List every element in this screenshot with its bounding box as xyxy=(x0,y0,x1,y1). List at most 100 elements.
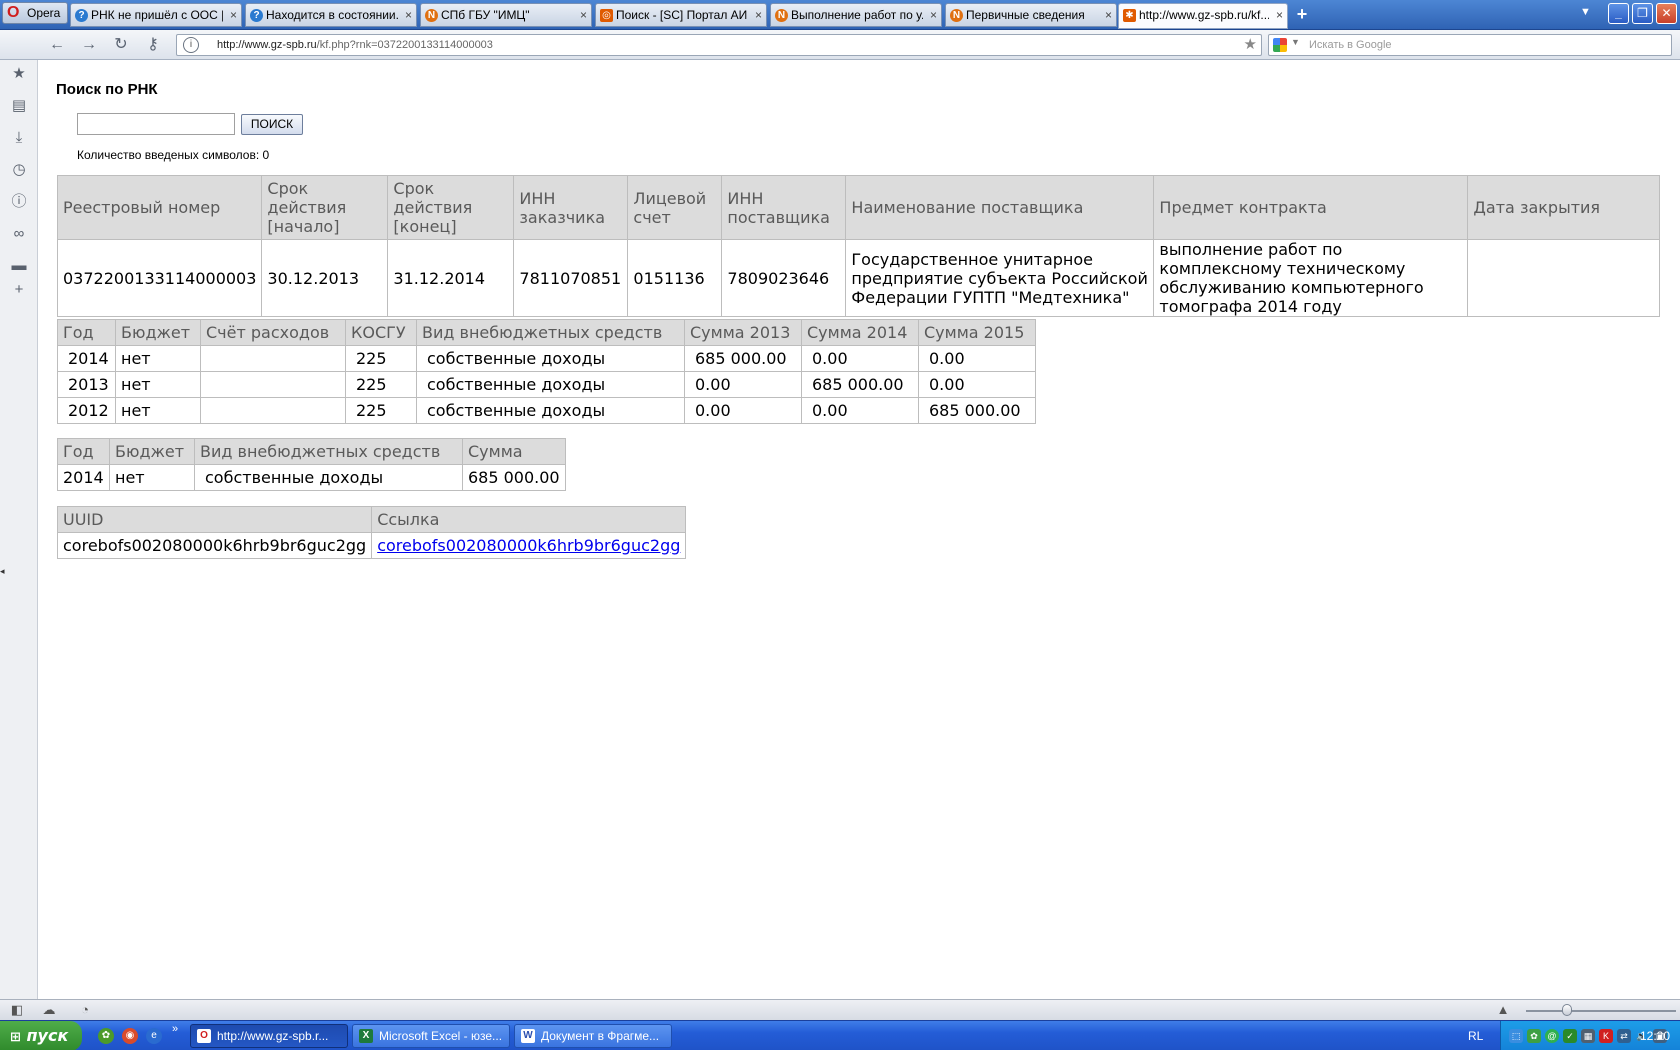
column-header: Вид внебюджетных средств xyxy=(416,319,685,346)
info-icon[interactable]: ⓘ xyxy=(9,192,29,212)
finance-table: Год Бюджет Счёт расходов КОСГУ Вид внебю… xyxy=(57,319,1036,424)
view-arrow-icon[interactable]: ▲ xyxy=(1494,1002,1512,1018)
table-cell: нет xyxy=(115,345,201,372)
tab-menu-icon[interactable]: ▼ xyxy=(1580,6,1591,18)
table-cell: 0.00 xyxy=(684,397,802,424)
tray-app-icon[interactable]: ✿ xyxy=(1527,1029,1541,1043)
side-panel: ★ ▤ ⤓ ◷ ⓘ ∞ ▬ + ◂ xyxy=(0,60,38,1000)
add-panel-icon[interactable]: + xyxy=(9,280,29,300)
close-tab-icon[interactable]: × xyxy=(230,4,237,26)
rnk-search-input[interactable] xyxy=(77,113,235,135)
close-tab-icon[interactable]: × xyxy=(580,4,587,26)
key-icon[interactable]: ⚷ xyxy=(142,35,164,55)
table-cell: 0.00 xyxy=(918,345,1036,372)
new-tab-button[interactable]: + xyxy=(1292,4,1312,24)
table-cell: собственные доходы xyxy=(416,345,685,372)
close-window-button[interactable]: ✕ xyxy=(1656,3,1677,24)
page-content: Поиск по РНК ПОИСК Количество введеных с… xyxy=(38,61,1680,999)
bookmarks-star-icon[interactable]: ★ xyxy=(9,64,29,84)
close-tab-icon[interactable]: × xyxy=(755,4,762,26)
column-header: Бюджет xyxy=(109,438,195,465)
column-header: Год xyxy=(57,319,116,346)
table-cell: 225 xyxy=(345,371,417,398)
n-favicon-icon: N xyxy=(950,9,963,22)
table-cell: 7811070851 xyxy=(513,239,629,317)
column-header: Сумма xyxy=(462,438,566,465)
downloads-icon[interactable]: ⤓ xyxy=(9,128,29,148)
taskbar-window-excel[interactable]: X Microsoft Excel - юзе... xyxy=(352,1024,510,1048)
table-cell: Государственное унитарное предприятие су… xyxy=(845,239,1155,317)
table-cell: 7809023646 xyxy=(721,239,847,317)
status-bar: ◧ ☁ ◔ ▲ xyxy=(0,999,1680,1020)
tray-app-icon[interactable]: @ xyxy=(1545,1029,1559,1043)
table-cell: нет xyxy=(109,464,195,491)
network-icon[interactable]: ⇄ xyxy=(1617,1029,1631,1043)
uuid-table: UUID Ссылка corebofs002080000k6hrb9br6gu… xyxy=(56,506,687,559)
google-icon xyxy=(1273,38,1287,52)
browser-tab[interactable]: N Выполнение работ по у... × xyxy=(770,3,942,27)
close-tab-icon[interactable]: × xyxy=(1276,4,1283,26)
question-favicon-icon: ? xyxy=(75,9,88,22)
tray-app-icon[interactable]: ✓ xyxy=(1563,1029,1577,1043)
cloud-icon[interactable]: ☁ xyxy=(40,1002,58,1018)
taskbar-window-document[interactable]: W Документ в Фрагме... xyxy=(514,1024,672,1048)
restore-button[interactable]: ❐ xyxy=(1632,3,1653,24)
browser-tab[interactable]: N Первичные сведения × xyxy=(945,3,1117,27)
close-tab-icon[interactable]: × xyxy=(930,4,937,26)
language-indicator[interactable]: RL xyxy=(1468,1021,1483,1050)
browser-tab-active[interactable]: ✱ http://www.gz-spb.ru/kf... × xyxy=(1118,3,1288,29)
windows-panel-icon[interactable]: ▬ xyxy=(9,256,29,276)
column-header: Сумма 2014 xyxy=(801,319,919,346)
links-icon[interactable]: ∞ xyxy=(9,224,29,244)
quicklaunch-icon[interactable]: ✿ xyxy=(98,1028,114,1044)
speed-dial-icon[interactable]: ◔ xyxy=(76,1002,94,1018)
panel-toggle-icon[interactable]: ◧ xyxy=(8,1002,26,1018)
web-page-icon: i xyxy=(183,37,199,53)
browser-tab[interactable]: ◎ Поиск - [SC] Портал АИ... × xyxy=(595,3,767,27)
table-cell: нет xyxy=(115,397,201,424)
contract-table: Реестровый номер Срок действия [начало] … xyxy=(56,175,1660,317)
column-header: Реестровый номер xyxy=(56,175,263,240)
table-row: corebofs002080000k6hrb9br6guc2gg corebof… xyxy=(56,532,687,559)
back-icon[interactable]: ← xyxy=(46,35,68,55)
table-cell: 0.00 xyxy=(684,371,802,398)
question-favicon-icon: ? xyxy=(250,9,263,22)
zoom-slider[interactable] xyxy=(1526,1010,1676,1012)
table-cell: нет xyxy=(115,371,201,398)
table-cell: 31.12.2014 xyxy=(387,239,515,317)
browser-tab[interactable]: N СПб ГБУ "ИМЦ" × xyxy=(420,3,592,27)
tray-app-icon[interactable]: ▦ xyxy=(1581,1029,1595,1043)
table-cell: 225 xyxy=(345,397,417,424)
excel-icon: X xyxy=(359,1029,373,1043)
history-clock-icon[interactable]: ◷ xyxy=(9,160,29,180)
forward-icon[interactable]: → xyxy=(78,35,100,55)
start-button[interactable]: ⊞ пуск xyxy=(0,1021,82,1050)
table-row: 2013 нет 225 собственные доходы 0.00 685… xyxy=(57,371,1036,398)
table-cell xyxy=(1467,239,1660,317)
kaspersky-icon[interactable]: K xyxy=(1599,1029,1613,1043)
reload-icon[interactable]: ↻ xyxy=(110,35,132,55)
chrome-icon[interactable]: ◉ xyxy=(122,1028,138,1044)
taskbar-window-opera[interactable]: O http://www.gz-spb.r... xyxy=(190,1024,348,1048)
zoom-slider-handle[interactable] xyxy=(1562,1004,1572,1016)
opera-menu-button[interactable]: O Opera xyxy=(2,2,68,24)
search-field[interactable]: ▼ Искать в Google xyxy=(1268,34,1672,56)
address-field[interactable]: i http://www.gz-spb.ru/kf.php?rnk=037220… xyxy=(176,34,1262,56)
browser-tab[interactable]: ? Находится в состоянии... × xyxy=(245,3,417,27)
collapse-panel-icon[interactable]: ◂ xyxy=(0,566,5,577)
opera-logo-icon: O xyxy=(7,4,20,21)
ie-icon[interactable]: e xyxy=(146,1028,162,1044)
minimize-button[interactable]: _ xyxy=(1608,3,1629,24)
browser-tab[interactable]: ? РНК не пришёл с ООС | ... × xyxy=(70,3,242,27)
search-button[interactable]: ПОИСК xyxy=(241,114,303,135)
bookmark-star-icon[interactable]: ★ xyxy=(1244,35,1257,55)
quicklaunch-more-icon[interactable]: » xyxy=(172,1023,178,1035)
table-cell: 685 000.00 xyxy=(462,464,566,491)
close-tab-icon[interactable]: × xyxy=(405,4,412,26)
uuid-link[interactable]: corebofs002080000k6hrb9br6guc2gg xyxy=(377,536,680,555)
search-engine-dropdown-icon[interactable]: ▼ xyxy=(1291,37,1300,47)
tray-app-icon[interactable]: ⬚ xyxy=(1509,1029,1523,1043)
close-tab-icon[interactable]: × xyxy=(1105,4,1112,26)
notes-icon[interactable]: ▤ xyxy=(9,96,29,116)
tab-bar: O Opera ? РНК не пришёл с ООС | ... × ? … xyxy=(0,0,1680,30)
